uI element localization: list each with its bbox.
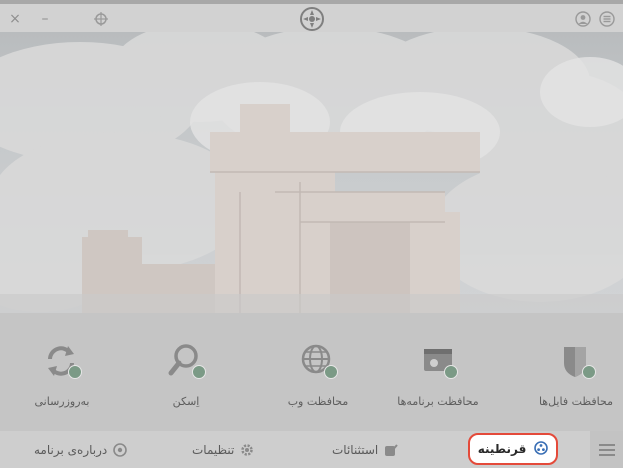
feature-label: به‌روزرسانی	[34, 395, 90, 408]
feature-app-protection[interactable]: محافظت برنامه‌ها	[378, 341, 498, 415]
check-badge-icon	[192, 365, 206, 379]
scan-icon	[166, 341, 206, 381]
app-logo-icon	[299, 6, 325, 32]
menu-icon[interactable]	[596, 8, 618, 30]
update-icon	[42, 341, 82, 381]
hero-image	[0, 32, 623, 313]
feature-label: اِسکن	[172, 395, 200, 408]
app-protection-icon	[418, 341, 458, 381]
nav-quarantine-button[interactable]: قرنطینه	[468, 433, 558, 465]
nav-about[interactable]: درباره‌ی برنامه	[34, 431, 128, 468]
feature-update[interactable]: به‌روزرسانی	[2, 341, 122, 415]
feature-file-protection[interactable]: محافظت فایل‌ها	[516, 341, 623, 415]
gear-icon	[240, 443, 254, 457]
info-icon	[113, 442, 128, 457]
user-icon[interactable]	[572, 8, 594, 30]
ruins-illustration	[0, 32, 623, 313]
close-icon[interactable]: ×	[4, 8, 26, 30]
shield-icon	[556, 341, 596, 381]
pin-icon[interactable]	[90, 8, 112, 30]
biohazard-icon	[534, 440, 549, 458]
feature-label: محافظت برنامه‌ها	[397, 395, 479, 408]
feature-scan[interactable]: اِسکن	[126, 341, 246, 415]
app-window: × –	[0, 0, 623, 468]
hamburger-menu-icon[interactable]	[590, 431, 623, 468]
minimize-icon[interactable]: –	[34, 8, 56, 30]
title-bar: × –	[0, 0, 623, 32]
feature-panel: محافظت فایل‌ها محافظت برنامه‌ها	[0, 313, 623, 431]
check-badge-icon	[444, 365, 458, 379]
exceptions-icon	[384, 443, 398, 457]
check-badge-icon	[68, 365, 82, 379]
nav-exceptions[interactable]: استثنائات	[332, 431, 398, 468]
nav-label: استثنائات	[332, 442, 379, 457]
bottom-nav: قرنطینه استثنائات تنظیمات درباره‌ی برنام…	[0, 431, 623, 468]
globe-icon	[298, 341, 338, 381]
feature-web-protection[interactable]: محافظت وب	[258, 341, 378, 415]
feature-label: محافظت وب	[287, 395, 349, 408]
nav-label: درباره‌ی برنامه	[34, 442, 108, 457]
check-badge-icon	[582, 365, 596, 379]
nav-label: تنظیمات	[192, 442, 235, 457]
check-badge-icon	[324, 365, 338, 379]
nav-label: قرنطینه	[477, 442, 527, 456]
feature-label: محافظت فایل‌ها	[538, 395, 614, 408]
nav-settings[interactable]: تنظیمات	[192, 431, 254, 468]
